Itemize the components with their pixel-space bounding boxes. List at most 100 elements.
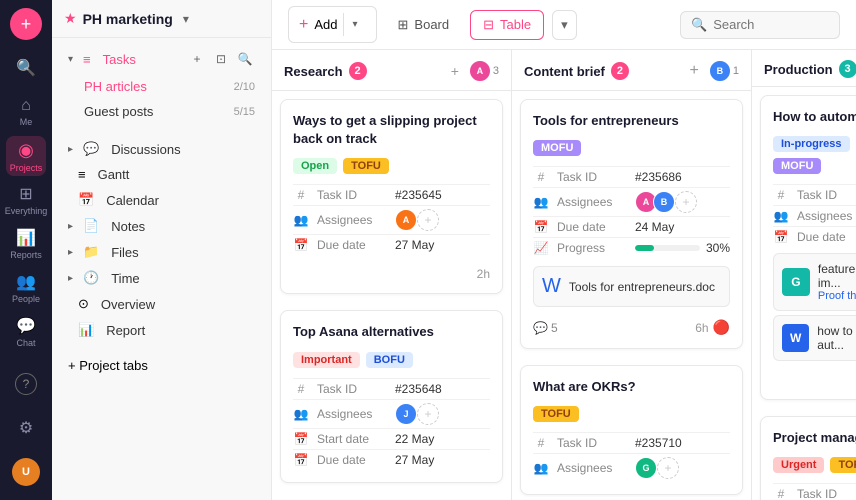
field-progress: 📈 Progress 30% — [533, 237, 730, 258]
report-icon: 📊 — [78, 322, 94, 338]
overview-icon: ⊙ — [78, 296, 89, 312]
time-icon: 🕐 — [83, 270, 99, 286]
user-avatar: A — [469, 60, 491, 82]
projects-icon: ◉ — [18, 140, 34, 161]
doc-link[interactable]: Proof this... — [818, 290, 856, 302]
sidebar-header: ★ PH marketing ▾ — [52, 0, 271, 38]
board-view-button[interactable]: ⊞ Board — [385, 10, 463, 40]
add-assignee-button[interactable]: + — [417, 209, 439, 231]
tag-row: Urgent TOFU — [773, 457, 856, 473]
field-due-date: 📅 Due date 27 May — [293, 234, 490, 255]
tag-bofu: BOFU — [366, 352, 413, 368]
user-avatar[interactable]: U — [6, 452, 46, 492]
project-name: PH marketing — [83, 11, 173, 27]
field-assignees: 👥 Assignees A + — [293, 205, 490, 234]
card-how-to-automate[interactable]: How to automate In-progress MOFU # Task … — [760, 95, 856, 400]
column-header-content-brief: Content brief 2 + B 1 — [512, 50, 751, 91]
sidebar-item-guest-posts[interactable]: Guest posts 5/15 — [56, 99, 267, 124]
files-icon: 📁 — [83, 244, 99, 260]
field-task-id: # Task ID #235686 — [533, 166, 730, 187]
tag-tofu: TOFU — [533, 406, 579, 422]
sidebar-item-files[interactable]: ▸ 📁 Files — [56, 239, 267, 265]
sidebar-item-everything[interactable]: ⊞ Everything — [6, 180, 46, 220]
sidebar-item-ph-articles[interactable]: PH articles 2/10 — [56, 74, 267, 99]
field-task-id: # Task ID — [773, 483, 856, 500]
card-title: Ways to get a slipping project back on t… — [293, 112, 490, 148]
add-dropdown-arrow[interactable]: ▾ — [343, 13, 365, 36]
tasks-label: Tasks — [103, 52, 181, 67]
field-due-date: 📅 Due date 24 May — [533, 216, 730, 237]
column-add-button[interactable]: + — [451, 63, 459, 79]
tag-important: Important — [293, 352, 360, 368]
column-title: Research — [284, 64, 343, 79]
icon-bar: + 🔍 ⌂ Me ◉ Projects ⊞ Everything 📊 Repor… — [0, 0, 52, 500]
settings-button[interactable]: ⚙ — [6, 408, 46, 448]
chevron-right-icon: ▸ — [68, 247, 73, 258]
card-title: Top Asana alternatives — [293, 323, 490, 341]
card-what-are-okrs[interactable]: What are OKRs? TOFU # Task ID #235710 👥 … — [520, 365, 743, 495]
chevron-right-icon: ▾ — [68, 54, 73, 65]
sidebar-item-report[interactable]: 📊 Report — [56, 317, 267, 343]
sidebar-item-discussions[interactable]: ▸ 💬 Discussions — [56, 136, 267, 162]
help-icon: ? — [15, 373, 37, 395]
assignees-icon: 👥 — [293, 407, 309, 421]
global-add-button[interactable]: + — [10, 8, 42, 40]
search-box[interactable]: 🔍 — [680, 11, 840, 39]
sidebar-item-people[interactable]: 👥 People — [6, 268, 46, 308]
column-research: Research 2 + A 3 Ways to get a slipping … — [272, 50, 512, 500]
card-ways-to-get[interactable]: Ways to get a slipping project back on t… — [280, 99, 503, 294]
sidebar-item-overview[interactable]: ⊙ Overview — [56, 291, 267, 317]
card-tools-entrepreneurs[interactable]: Tools for entrepreneurs MOFU # Task ID #… — [520, 99, 743, 349]
hash-icon: # — [773, 188, 789, 202]
sidebar-item-time[interactable]: ▸ 🕐 Time — [56, 265, 267, 291]
field-assignees: 👥 Assignees J + — [293, 399, 490, 428]
global-search-button[interactable]: 🔍 — [6, 48, 46, 88]
add-button[interactable]: + Add ▾ — [288, 6, 377, 43]
avatar: J — [395, 403, 417, 425]
field-task-id: # Task ID #235645 — [293, 184, 490, 205]
add-assignee-button[interactable]: + — [417, 403, 439, 425]
chevron-down-icon: ▾ — [561, 17, 568, 32]
card-project-manager[interactable]: Project manager Urgent TOFU # Task ID — [760, 416, 856, 500]
search-tasks-button[interactable]: 🔍 — [235, 49, 255, 69]
sidebar-item-calendar[interactable]: 📅 Calendar — [56, 187, 267, 213]
help-button[interactable]: ? — [6, 364, 46, 404]
sidebar-item-me[interactable]: ⌂ Me — [6, 92, 46, 132]
calendar-icon: 📅 — [773, 230, 789, 244]
add-label: Add — [314, 17, 337, 32]
card-footer: 2h — [293, 259, 490, 281]
tasks-row[interactable]: ▾ ≡ Tasks + ⊡ 🔍 — [56, 44, 267, 74]
card-top-asana[interactable]: Top Asana alternatives Important BOFU # … — [280, 310, 503, 482]
user-count: 1 — [733, 65, 739, 77]
sidebar-item-chat[interactable]: 💬 Chat — [6, 312, 46, 352]
more-options-button[interactable]: ▾ — [552, 10, 577, 40]
field-due-date: 📅 Due date 27 May — [293, 449, 490, 470]
column-add-button[interactable]: + — [690, 62, 699, 80]
everything-icon: ⊞ — [19, 184, 32, 204]
tasks-section: ▾ ≡ Tasks + ⊡ 🔍 PH articles 2/10 Guest p… — [52, 38, 271, 130]
table-view-button[interactable]: ⊟ Table — [470, 10, 544, 40]
add-tabs-label: + Project tabs — [68, 358, 148, 373]
sidebar-item-notes[interactable]: ▸ 📄 Notes — [56, 213, 267, 239]
doc-attachment-2: W how to aut... — [773, 315, 856, 361]
sidebar-item-projects[interactable]: ◉ Projects — [6, 136, 46, 176]
settings-icon: ⚙ — [19, 418, 33, 438]
chevron-down-icon[interactable]: ▾ — [183, 12, 189, 26]
user-count: 3 — [493, 65, 499, 77]
ph-articles-label: PH articles — [84, 79, 228, 94]
progress-icon: 📈 — [533, 241, 549, 255]
add-task-button[interactable]: + — [187, 49, 207, 69]
sidebar-item-reports[interactable]: 📊 Reports — [6, 224, 46, 264]
search-input[interactable] — [713, 17, 829, 32]
filter-button[interactable]: ⊡ — [211, 49, 231, 69]
sidebar: ★ PH marketing ▾ ▾ ≡ Tasks + ⊡ 🔍 PH arti… — [52, 0, 272, 500]
fire-icon: 🔴 — [713, 319, 730, 336]
hash-icon: # — [533, 436, 549, 450]
add-project-tabs[interactable]: + Project tabs — [56, 353, 267, 378]
sidebar-item-gantt[interactable]: ≡ Gantt — [56, 162, 267, 187]
notes-icon: 📄 — [83, 218, 99, 234]
topbar: + Add ▾ ⊞ Board ⊟ Table ▾ 🔍 — [272, 0, 856, 50]
add-assignee-button[interactable]: + — [657, 457, 679, 479]
hash-icon: # — [293, 188, 309, 202]
add-assignee-button[interactable]: + — [675, 191, 697, 213]
